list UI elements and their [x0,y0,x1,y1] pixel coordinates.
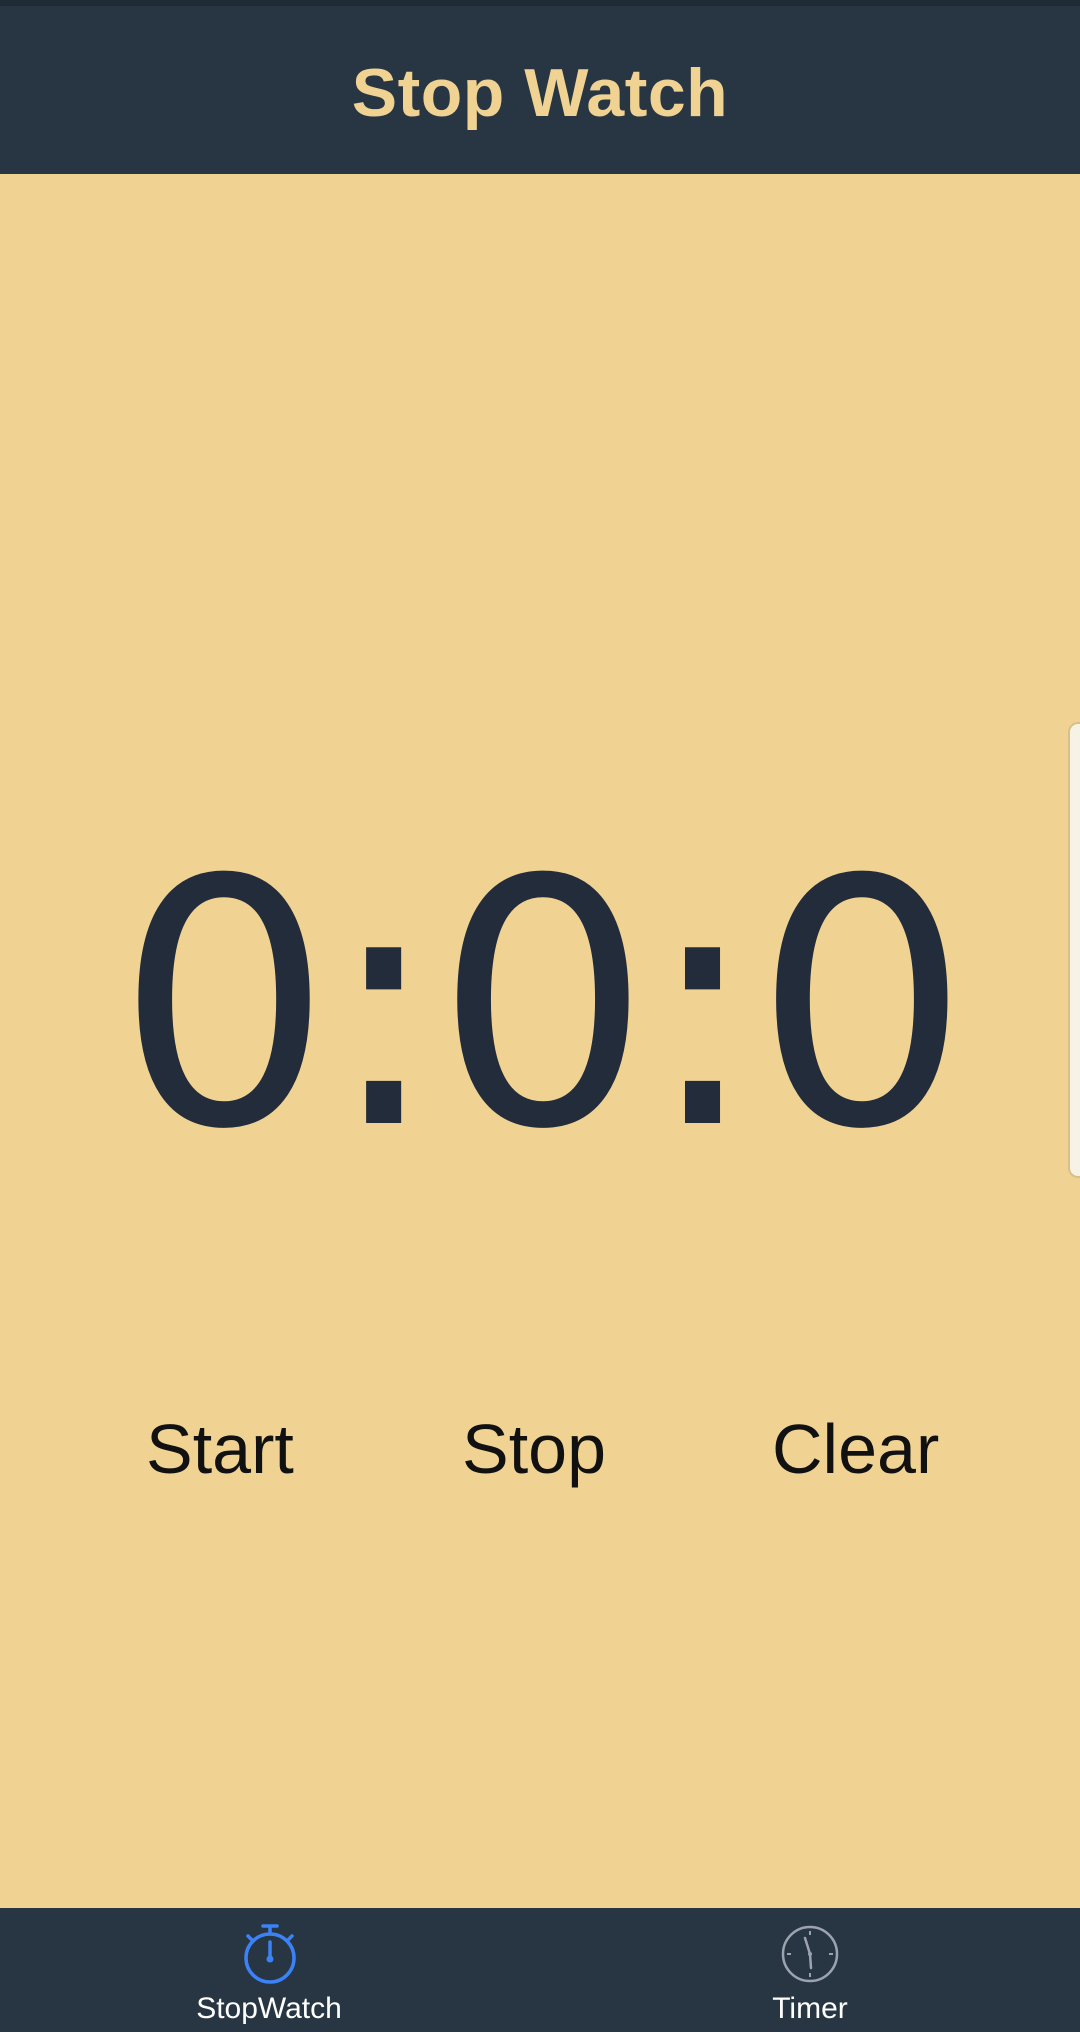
start-button[interactable]: Start [146,1404,294,1494]
edge-panel-handle[interactable] [1068,722,1080,1178]
stopwatch-controls: Start Stop Clear [0,1404,1080,1494]
stopwatch-icon [238,1922,302,1986]
stop-button[interactable]: Stop [462,1404,606,1494]
tab-stopwatch-label: StopWatch [196,1992,342,2025]
stopwatch-panel: 0:0:0 Start Stop Clear [0,174,1080,1908]
clock-icon [778,1922,842,1986]
clear-button[interactable]: Clear [772,1404,939,1494]
tab-timer-label: Timer [772,1992,848,2025]
app-header: Stop Watch [0,6,1080,174]
elapsed-time-display: 0:0:0 [115,808,970,1204]
bottom-tab-bar: StopWatch Timer [0,1908,1080,2032]
tab-timer[interactable]: Timer [540,1908,1080,2032]
page-title: Stop Watch [351,55,729,131]
tab-stopwatch[interactable]: StopWatch [0,1908,540,2032]
